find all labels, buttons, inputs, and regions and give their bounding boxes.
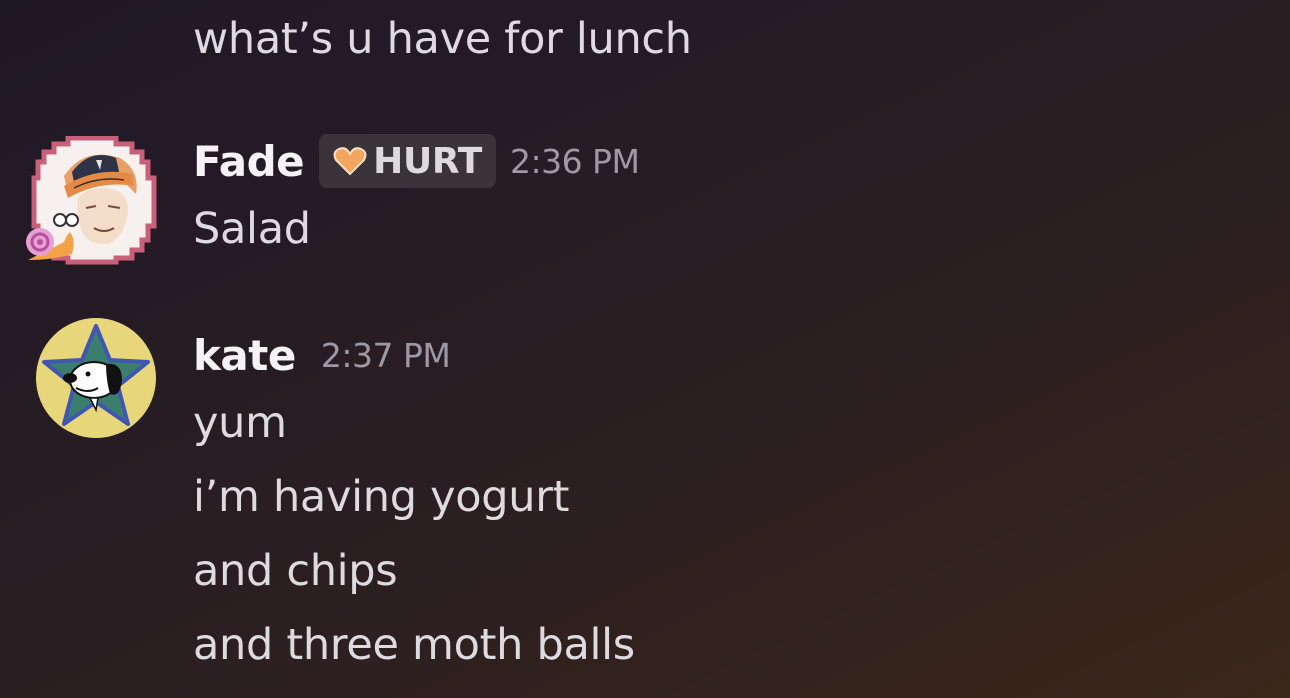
heart-icon <box>333 147 367 176</box>
avatar-kate[interactable] <box>36 318 156 438</box>
message-text: Salad <box>193 204 311 254</box>
avatar-image <box>26 135 157 265</box>
message-header: kate 2:37 PM <box>193 328 451 382</box>
timestamp: 2:37 PM <box>320 335 451 375</box>
message-text: and three moth balls <box>193 620 635 670</box>
username-fade[interactable]: Fade <box>193 137 305 186</box>
message-text: and chips <box>193 546 398 596</box>
message-header: Fade HURT 2:36 PM <box>193 134 640 188</box>
server-tag[interactable]: HURT <box>319 134 496 188</box>
avatar-image <box>36 318 156 438</box>
message-text: i’m having yogurt <box>193 472 570 522</box>
message-text: yum <box>193 398 287 448</box>
chat-messages: what’s u have for lunch Fade HURT 2:36 P… <box>0 0 1290 698</box>
timestamp: 2:36 PM <box>509 141 640 181</box>
message-text: what’s u have for lunch <box>193 14 692 64</box>
server-tag-label: HURT <box>373 140 482 182</box>
avatar-fade[interactable] <box>24 135 158 266</box>
username-kate[interactable]: kate <box>193 331 296 380</box>
